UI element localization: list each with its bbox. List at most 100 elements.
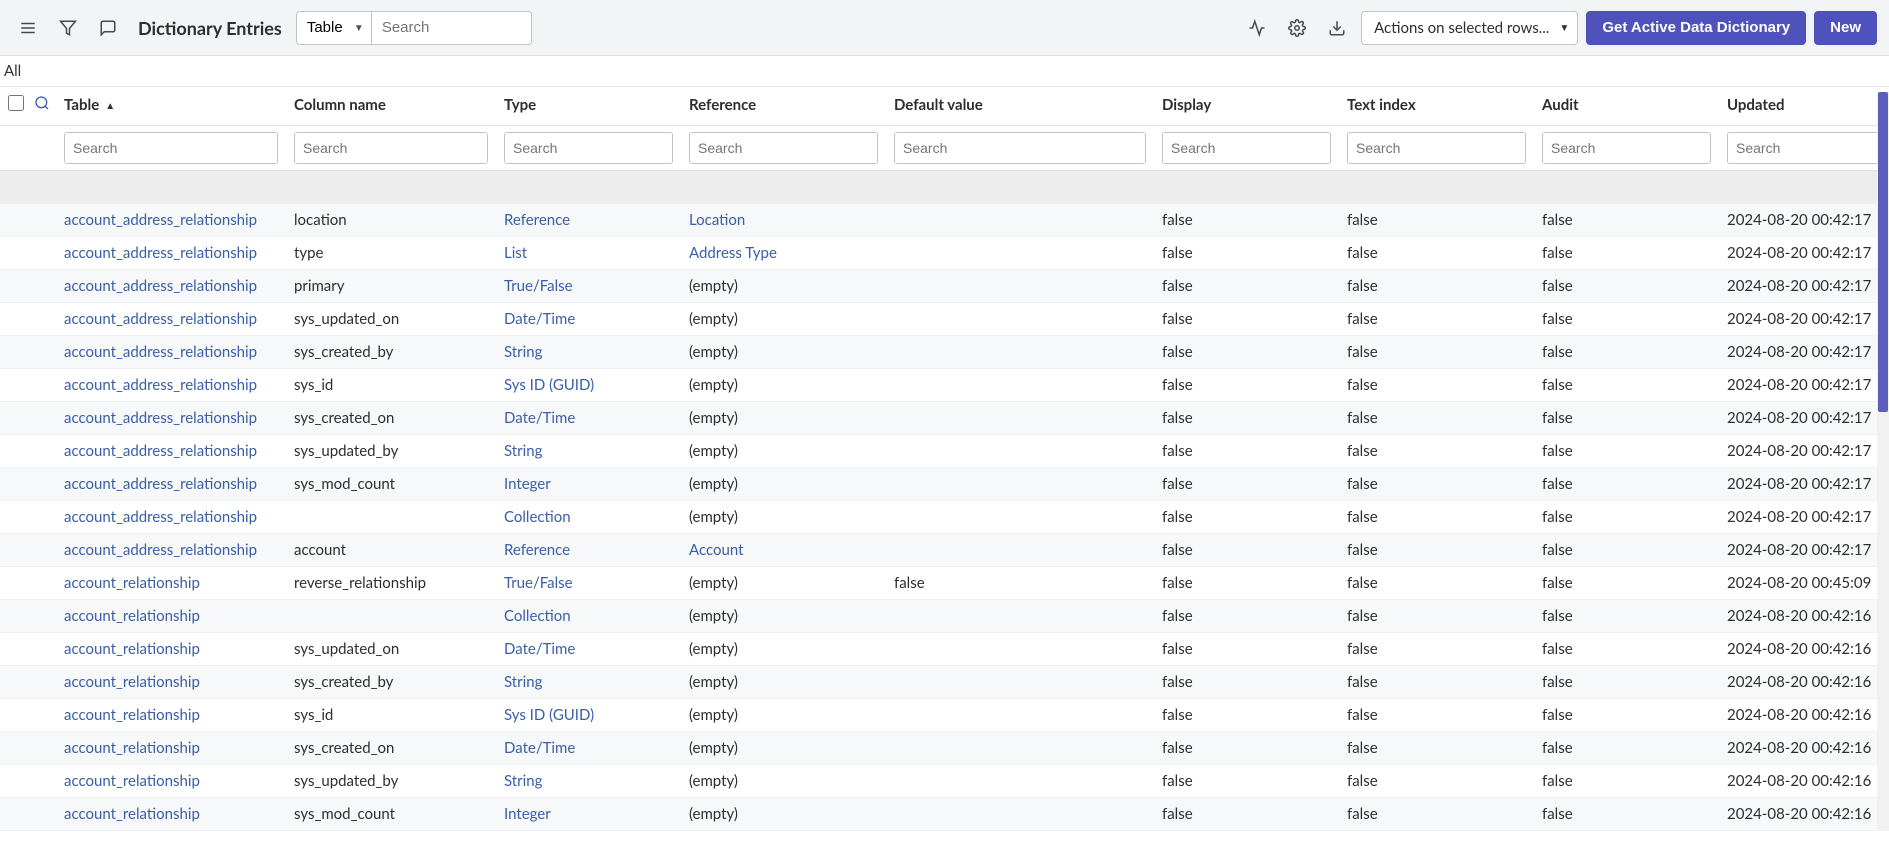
cell-default-value xyxy=(886,732,1154,765)
gear-icon[interactable] xyxy=(1281,12,1313,44)
filter-icon[interactable] xyxy=(52,12,84,44)
col-search-updated[interactable] xyxy=(1727,132,1889,164)
cell-column-name: sys_id xyxy=(286,369,496,402)
scrollbar-thumb[interactable] xyxy=(1878,92,1888,412)
type-link[interactable]: Date/Time xyxy=(504,310,575,328)
col-search-type[interactable] xyxy=(504,132,673,164)
filter-row xyxy=(0,126,1889,171)
reference-link[interactable]: Location xyxy=(689,211,745,229)
pulse-icon[interactable] xyxy=(1241,12,1273,44)
search-input[interactable] xyxy=(372,11,532,45)
col-header-table[interactable]: Table xyxy=(56,87,286,126)
row-checkbox-cell xyxy=(0,534,26,567)
table-link[interactable]: account_address_relationship xyxy=(64,211,257,229)
col-header-display[interactable]: Display xyxy=(1154,87,1339,126)
cell-audit: false xyxy=(1534,534,1719,567)
table-link[interactable]: account_address_relationship xyxy=(64,475,257,493)
table-link[interactable]: account_address_relationship xyxy=(64,277,257,295)
type-link[interactable]: Integer xyxy=(504,475,551,493)
col-search-text-index[interactable] xyxy=(1347,132,1526,164)
table-link[interactable]: account_relationship xyxy=(64,706,200,724)
table-link[interactable]: account_relationship xyxy=(64,673,200,691)
type-link[interactable]: Date/Time xyxy=(504,640,575,658)
col-header-updated[interactable]: Updated xyxy=(1719,87,1889,126)
col-search-table[interactable] xyxy=(64,132,278,164)
col-search-column-name[interactable] xyxy=(294,132,488,164)
table-link[interactable]: account_address_relationship xyxy=(64,343,257,361)
type-link[interactable]: True/False xyxy=(504,277,573,295)
table-link[interactable]: account_relationship xyxy=(64,607,200,625)
type-link[interactable]: True/False xyxy=(504,574,573,592)
row-search-header[interactable] xyxy=(26,87,56,126)
cell-display: false xyxy=(1154,336,1339,369)
cell-display: false xyxy=(1154,633,1339,666)
cell-column-name: sys_updated_by xyxy=(286,435,496,468)
cell-text-index: false xyxy=(1339,468,1534,501)
type-link[interactable]: String xyxy=(504,442,542,460)
new-button[interactable]: New xyxy=(1814,11,1877,45)
col-header-default-value[interactable]: Default value xyxy=(886,87,1154,126)
table-link[interactable]: account_address_relationship xyxy=(64,442,257,460)
breadcrumb[interactable]: All xyxy=(0,56,1889,87)
table-link[interactable]: account_relationship xyxy=(64,805,200,823)
table-link[interactable]: account_address_relationship xyxy=(64,310,257,328)
table-link[interactable]: account_relationship xyxy=(64,574,200,592)
activity-icon[interactable] xyxy=(92,12,124,44)
type-link[interactable]: String xyxy=(504,343,542,361)
type-link[interactable]: Collection xyxy=(504,508,571,526)
download-icon[interactable] xyxy=(1321,12,1353,44)
type-link[interactable]: List xyxy=(504,244,527,262)
cell-default-value xyxy=(886,534,1154,567)
col-header-audit[interactable]: Audit xyxy=(1534,87,1719,126)
actions-dropdown[interactable]: Actions on selected rows... ▼ xyxy=(1361,11,1578,45)
type-link[interactable]: Collection xyxy=(504,607,571,625)
cell-updated: 2024-08-20 00:42:17 xyxy=(1719,204,1889,237)
cell-default-value xyxy=(886,435,1154,468)
col-search-default-value[interactable] xyxy=(894,132,1146,164)
cell-text-index: false xyxy=(1339,270,1534,303)
type-link[interactable]: String xyxy=(504,673,542,691)
cell-updated: 2024-08-20 00:42:16 xyxy=(1719,798,1889,831)
menu-icon[interactable] xyxy=(12,12,44,44)
col-header-reference[interactable]: Reference xyxy=(681,87,886,126)
col-search-reference[interactable] xyxy=(689,132,878,164)
col-header-column-name[interactable]: Column name xyxy=(286,87,496,126)
row-info-cell xyxy=(26,534,56,567)
table-link[interactable]: account_address_relationship xyxy=(64,541,257,559)
cell-updated: 2024-08-20 00:42:16 xyxy=(1719,732,1889,765)
row-checkbox-cell xyxy=(0,270,26,303)
reference-link[interactable]: Address Type xyxy=(689,244,777,262)
cell-audit: false xyxy=(1534,237,1719,270)
type-link[interactable]: Date/Time xyxy=(504,409,575,427)
table-link[interactable]: account_address_relationship xyxy=(64,376,257,394)
type-link[interactable]: Reference xyxy=(504,211,570,229)
type-link[interactable]: Sys ID (GUID) xyxy=(504,706,594,724)
cell-table: account_relationship xyxy=(56,765,286,798)
table-link[interactable]: account_address_relationship xyxy=(64,508,257,526)
col-search-display[interactable] xyxy=(1162,132,1331,164)
type-link[interactable]: Reference xyxy=(504,541,570,559)
filter-field-select[interactable]: Table xyxy=(296,11,372,45)
table-link[interactable]: account_relationship xyxy=(64,772,200,790)
reference-link[interactable]: Account xyxy=(689,541,744,559)
cell-text-index: false xyxy=(1339,798,1534,831)
cell-reference: (empty) xyxy=(681,798,886,831)
table-row: account_address_relationshipaccountRefer… xyxy=(0,534,1889,567)
table-link[interactable]: account_relationship xyxy=(64,640,200,658)
row-checkbox-cell xyxy=(0,732,26,765)
table-link[interactable]: account_address_relationship xyxy=(64,409,257,427)
cell-display: false xyxy=(1154,303,1339,336)
select-all-checkbox[interactable] xyxy=(8,95,24,111)
vertical-scrollbar[interactable] xyxy=(1877,92,1889,830)
table-link[interactable]: account_relationship xyxy=(64,739,200,757)
table-link[interactable]: account_address_relationship xyxy=(64,244,257,262)
type-link[interactable]: Date/Time xyxy=(504,739,575,757)
col-search-audit[interactable] xyxy=(1542,132,1711,164)
col-header-text-index[interactable]: Text index xyxy=(1339,87,1534,126)
type-link[interactable]: Sys ID (GUID) xyxy=(504,376,594,394)
get-active-button[interactable]: Get Active Data Dictionary xyxy=(1586,11,1806,45)
col-header-type[interactable]: Type xyxy=(496,87,681,126)
type-link[interactable]: Integer xyxy=(504,805,551,823)
type-link[interactable]: String xyxy=(504,772,542,790)
cell-column-name: sys_created_on xyxy=(286,402,496,435)
